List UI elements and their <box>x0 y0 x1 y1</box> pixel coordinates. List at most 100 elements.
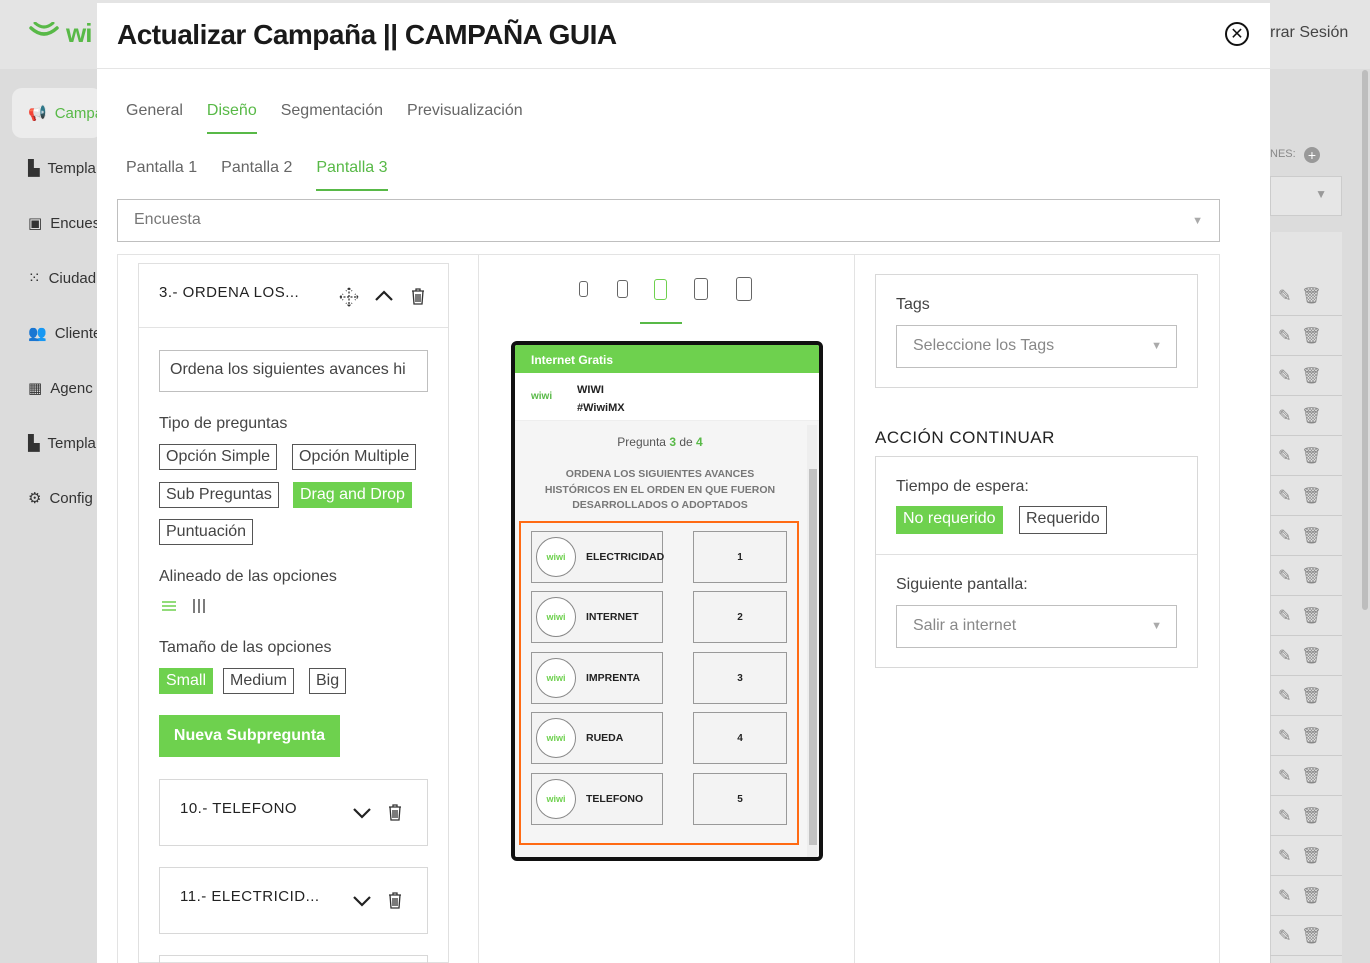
trash-icon[interactable]: 🗑 <box>1301 526 1321 546</box>
trash-icon[interactable]: 🗑 <box>1301 486 1321 506</box>
chevron-up-icon[interactable] <box>374 288 394 304</box>
tipo-opcion-simple[interactable]: Opción Simple <box>159 444 278 470</box>
trash-icon[interactable]: 🗑 <box>1301 406 1321 426</box>
pencil-icon[interactable]: ✎ <box>1278 326 1291 346</box>
chevron-down-icon[interactable] <box>352 894 372 908</box>
tab-segmentacion[interactable]: Segmentación <box>281 102 383 134</box>
pencil-icon[interactable]: ✎ <box>1278 726 1291 746</box>
trash-icon[interactable]: 🗑 <box>1301 886 1321 906</box>
tab-previsualizacion[interactable]: Previsualización <box>407 102 523 134</box>
chevron-down-icon[interactable] <box>352 806 372 820</box>
tiempo-requerido[interactable]: Requerido <box>1019 506 1107 534</box>
tab-diseno[interactable]: Diseño <box>206 102 257 134</box>
drop-slot[interactable]: 5 <box>693 773 787 825</box>
preview-body: Pregunta 3 de 4 ORDENA LOS SIGUIENTES AV… <box>515 421 819 857</box>
add-icon[interactable]: + <box>1304 147 1320 163</box>
trash-icon[interactable]: 🗑 <box>1301 446 1321 466</box>
layout-icon: ▙ <box>28 160 40 177</box>
size-medium[interactable]: Medium <box>223 668 294 694</box>
trash-icon[interactable]: 🗑 <box>1301 606 1321 626</box>
pencil-icon[interactable]: ✎ <box>1278 926 1291 946</box>
align-vertical-icon[interactable] <box>192 598 206 614</box>
drag-option[interactable]: wiwi IMPRENTA <box>531 652 663 704</box>
option-label: TELEFONO <box>586 793 644 805</box>
logout-link[interactable]: rrar Sesión <box>1270 24 1348 42</box>
tab-pantalla-1[interactable]: Pantalla 1 <box>126 159 197 191</box>
pencil-icon[interactable]: ✎ <box>1278 886 1291 906</box>
device-sm-icon[interactable] <box>617 280 628 298</box>
pencil-icon[interactable]: ✎ <box>1278 446 1291 466</box>
pencil-icon[interactable]: ✎ <box>1278 286 1291 306</box>
sidebar-item-ciudades[interactable]: ⁙ Ciudad <box>28 269 96 288</box>
pencil-icon[interactable]: ✎ <box>1278 766 1291 786</box>
trash-icon[interactable]: 🗑 <box>1301 646 1321 666</box>
size-big[interactable]: Big <box>309 668 347 694</box>
drop-slot[interactable]: 3 <box>693 652 787 704</box>
counter-current: 3 <box>669 435 676 449</box>
tipo-sub-preguntas[interactable]: Sub Preguntas <box>159 482 279 508</box>
pencil-icon[interactable]: ✎ <box>1278 806 1291 826</box>
pencil-icon[interactable]: ✎ <box>1278 526 1291 546</box>
device-lg-icon[interactable] <box>694 278 708 300</box>
trash-icon[interactable]: 🗑 <box>1301 566 1321 586</box>
trash-icon[interactable] <box>388 892 402 909</box>
pencil-icon[interactable]: ✎ <box>1278 366 1291 386</box>
question-text-input[interactable]: Ordena los siguientes avances hi <box>159 350 428 392</box>
drag-option[interactable]: wiwi INTERNET <box>531 591 663 643</box>
drag-option[interactable]: wiwi RUEDA <box>531 712 663 764</box>
trash-icon[interactable]: 🗑 <box>1301 686 1321 706</box>
tab-pantalla-2[interactable]: Pantalla 2 <box>221 159 292 191</box>
size-small[interactable]: Small <box>159 668 214 694</box>
trash-icon[interactable]: 🗑 <box>1301 726 1321 746</box>
sidebar-item-agencias[interactable]: ▦ Agenc <box>28 379 93 398</box>
trash-icon[interactable] <box>388 804 402 821</box>
pencil-icon[interactable]: ✎ <box>1278 846 1291 866</box>
pencil-icon[interactable]: ✎ <box>1278 566 1291 586</box>
preview-scroll-thumb[interactable] <box>809 469 817 845</box>
sidebar-item-config[interactable]: ⚙ Config <box>28 489 93 508</box>
align-horizontal-icon[interactable] <box>161 600 177 612</box>
trash-icon[interactable]: 🗑 <box>1301 926 1321 946</box>
trash-icon[interactable]: 🗑 <box>1301 766 1321 786</box>
trash-icon[interactable]: 🗑 <box>1301 846 1321 866</box>
trash-icon[interactable]: 🗑 <box>1301 806 1321 826</box>
device-xl-icon[interactable] <box>736 277 752 301</box>
background-select[interactable]: ▼ <box>1270 176 1342 216</box>
close-icon[interactable]: ✕ <box>1225 22 1249 46</box>
new-subquestion-button[interactable]: Nueva Subpregunta <box>159 715 340 757</box>
pencil-icon[interactable]: ✎ <box>1278 646 1291 666</box>
trash-icon[interactable]: 🗑 <box>1301 366 1321 386</box>
row-actions: ✎ 🗑 <box>1278 566 1322 586</box>
sidebar-item-encuestas[interactable]: ▣ Encues <box>28 214 100 233</box>
tags-select[interactable]: Seleccione los Tags ▼ <box>896 325 1177 368</box>
tiempo-no-requerido[interactable]: No requerido <box>896 506 1003 534</box>
drop-slot[interactable]: 4 <box>693 712 787 764</box>
sidebar-item-clientes[interactable]: 👥 Cliente <box>28 324 101 343</box>
tipo-opcion-multiple[interactable]: Opción Multiple <box>292 444 417 470</box>
drag-option[interactable]: wiwi TELEFONO <box>531 773 663 825</box>
device-xs-icon[interactable] <box>579 281 588 297</box>
trash-icon[interactable]: 🗑 <box>1301 326 1321 346</box>
sidebar-item-templates[interactable]: ▙ Templa <box>28 159 96 178</box>
pencil-icon[interactable]: ✎ <box>1278 486 1291 506</box>
row-actions: ✎ 🗑 <box>1278 606 1322 626</box>
tipo-puntuacion[interactable]: Puntuación <box>159 519 254 545</box>
sidebar-item-templates-2[interactable]: ▙ Templa <box>28 434 96 453</box>
sidebar-item-campanas[interactable]: 📢 Campa <box>28 104 103 123</box>
move-icon[interactable] <box>338 286 360 308</box>
screen-type-select[interactable]: Encuesta ▼ <box>117 199 1220 242</box>
pencil-icon[interactable]: ✎ <box>1278 686 1291 706</box>
page-scrollbar[interactable] <box>1362 70 1368 610</box>
tab-general[interactable]: General <box>126 102 183 134</box>
pencil-icon[interactable]: ✎ <box>1278 406 1291 426</box>
drop-slot[interactable]: 2 <box>693 591 787 643</box>
device-md-icon[interactable] <box>654 279 667 300</box>
drag-option[interactable]: wiwi ELECTRICIDAD <box>531 531 664 583</box>
trash-icon[interactable] <box>411 288 425 305</box>
drop-slot[interactable]: 1 <box>693 531 787 583</box>
trash-icon[interactable]: 🗑 <box>1301 286 1321 306</box>
tab-pantalla-3[interactable]: Pantalla 3 <box>316 159 388 191</box>
tipo-drag-and-drop[interactable]: Drag and Drop <box>293 482 412 508</box>
siguiente-select[interactable]: Salir a internet ▼ <box>896 605 1177 648</box>
pencil-icon[interactable]: ✎ <box>1278 606 1291 626</box>
